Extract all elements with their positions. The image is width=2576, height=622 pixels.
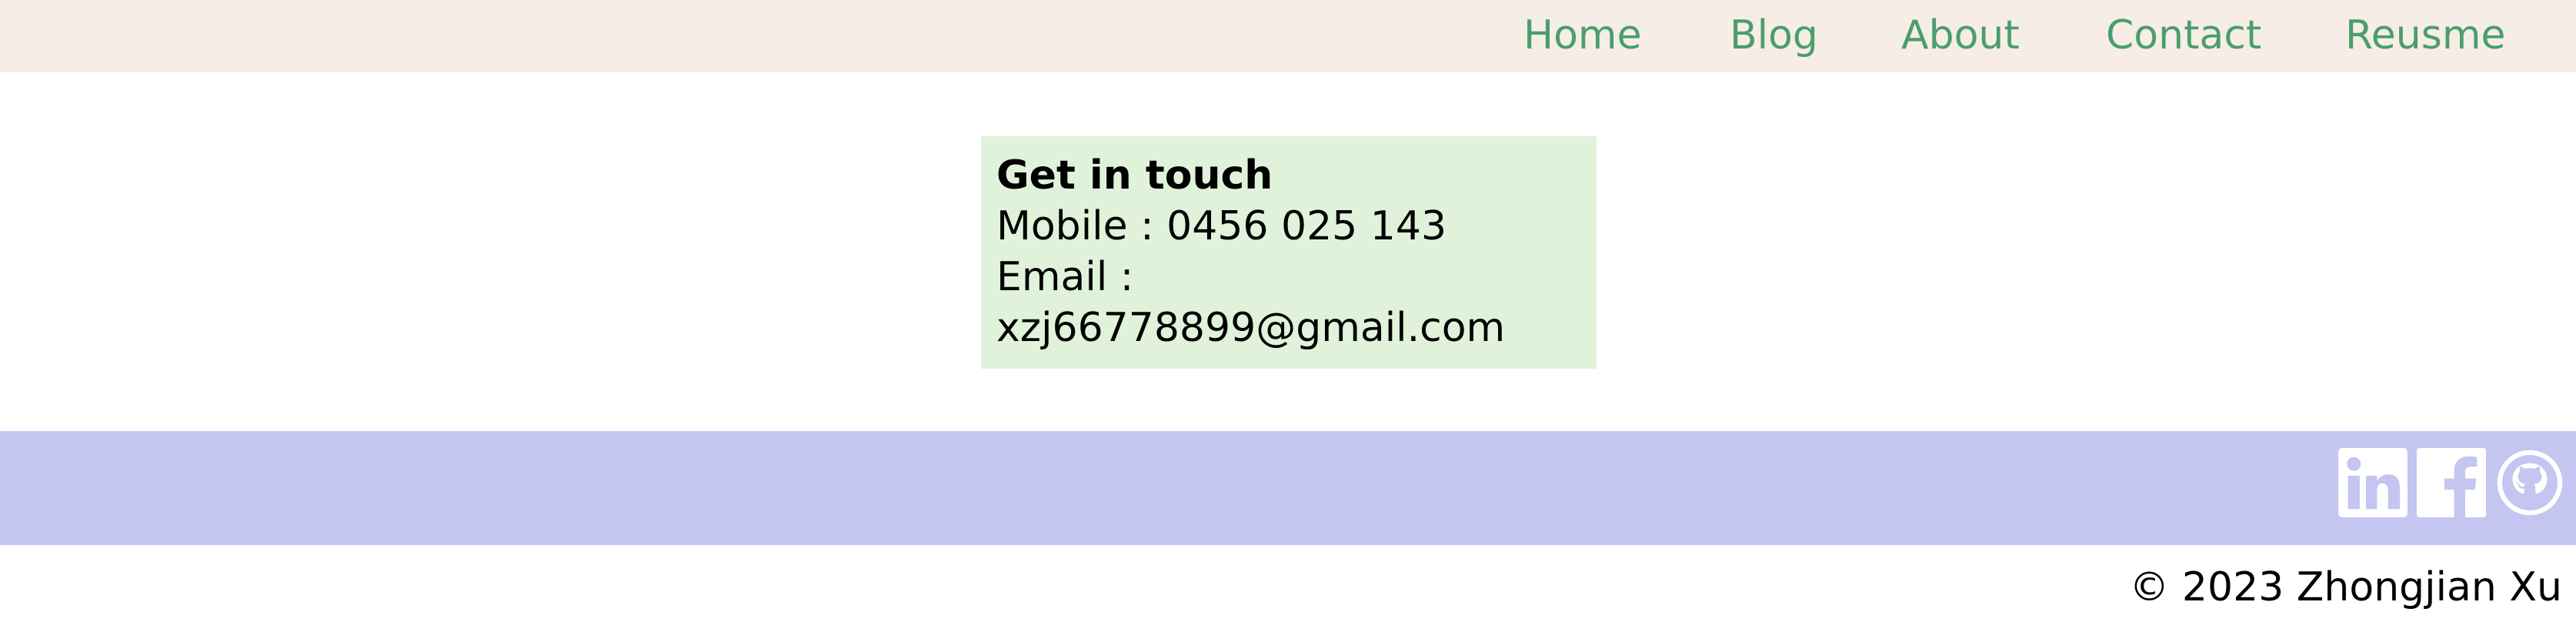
nav-link-home[interactable]: Home bbox=[1523, 11, 1642, 60]
contact-title: Get in touch bbox=[996, 152, 1273, 199]
contact-email-label: Email : bbox=[996, 254, 1134, 300]
footer-copyright: © 2023 Zhongjian Xu bbox=[2129, 564, 2562, 610]
social-bar bbox=[0, 431, 2576, 545]
nav-link-contact[interactable]: Contact bbox=[2106, 11, 2261, 60]
github-icon[interactable] bbox=[2495, 448, 2564, 517]
linkedin-icon[interactable] bbox=[2338, 448, 2407, 517]
nav-link-reusme[interactable]: Reusme bbox=[2345, 11, 2505, 60]
contact-mobile: Mobile : 0456 025 143 bbox=[996, 203, 1447, 249]
contact-email-value: xzj66778899@gmail.com bbox=[996, 305, 1506, 351]
facebook-icon[interactable] bbox=[2417, 448, 2486, 517]
top-nav: Home Blog About Contact Reusme bbox=[0, 0, 2576, 72]
nav-link-blog[interactable]: Blog bbox=[1730, 11, 1818, 60]
nav-link-about[interactable]: About bbox=[1901, 11, 2020, 60]
contact-card: Get in touch Mobile : 0456 025 143 Email… bbox=[981, 136, 1597, 369]
